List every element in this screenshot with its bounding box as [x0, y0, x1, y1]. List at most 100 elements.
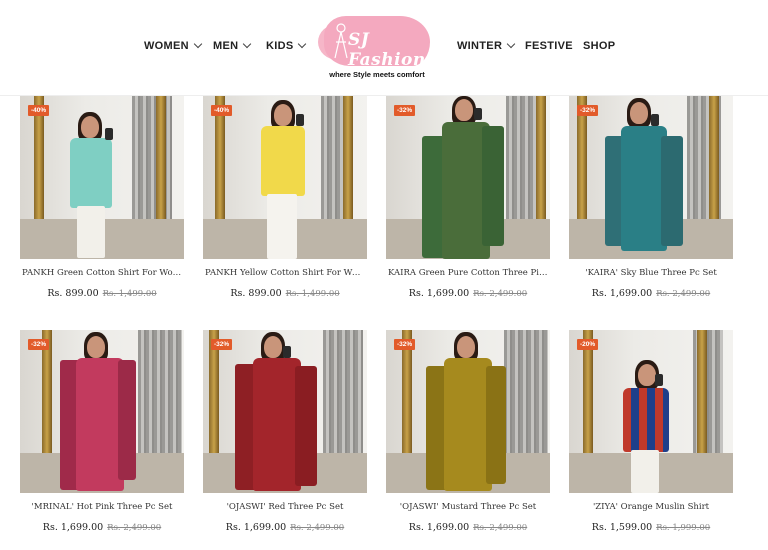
product-price: Rs. 1,699.00: [408, 288, 470, 299]
product-price: Rs. 1,599.00: [591, 522, 653, 533]
product-price: Rs. 1,699.00: [591, 288, 653, 299]
product-price: Rs. 899.00: [230, 288, 282, 299]
logo-text: SJ Fashions: [348, 30, 436, 70]
chevron-down-icon: [193, 39, 203, 49]
product-card[interactable]: -32% 'OJASWI' Red Three Pc Set Rs. 1,699…: [203, 330, 367, 533]
person-pants: [267, 194, 297, 259]
nav-winter[interactable]: WINTER: [457, 39, 516, 52]
person-pants: [631, 450, 659, 493]
person-pants: [77, 206, 105, 258]
phone: [651, 114, 659, 126]
site-logo[interactable]: SJ Fashions where Style meets comfort: [318, 14, 436, 84]
product-price-row: Rs. 1,599.00 Rs. 1,999.00: [569, 522, 733, 533]
product-card[interactable]: -32% 'OJASWI' Mustard Three Pc Set Rs. 1…: [386, 330, 550, 533]
person-head: [455, 99, 473, 121]
product-price-row: Rs. 1,699.00 Rs. 2,499.00: [386, 288, 550, 299]
phone: [474, 108, 482, 120]
person-kurta: [253, 358, 301, 491]
person-head: [457, 336, 475, 358]
product-price-row: Rs. 1,699.00 Rs. 2,499.00: [569, 288, 733, 299]
product-image[interactable]: -32%: [569, 96, 733, 259]
product-old-price: Rs. 2,499.00: [107, 523, 162, 533]
person-head: [81, 116, 99, 138]
chevron-down-icon: [243, 39, 252, 49]
product-card[interactable]: -32% 'KAIRA' Sky Blue Three Pc Set Rs. 1…: [569, 96, 733, 299]
product-old-price: Rs. 2,499.00: [473, 289, 528, 299]
product-old-price: Rs. 1,499.00: [102, 289, 157, 299]
nav-festive-label: FESTIVE: [525, 40, 573, 52]
person-kurta: [76, 358, 124, 491]
discount-badge: -32%: [394, 339, 416, 350]
person-shirt: [70, 138, 112, 208]
product-price: Rs. 1,699.00: [225, 522, 287, 533]
nav-festive[interactable]: FESTIVE: [525, 40, 573, 52]
product-image[interactable]: -40%: [20, 96, 184, 259]
product-card[interactable]: -40% PANKH Yellow Cotton Shirt For Wome.…: [203, 96, 367, 299]
product-old-price: Rs. 2,499.00: [473, 523, 528, 533]
product-old-price: Rs. 2,499.00: [290, 523, 345, 533]
nav-men[interactable]: MEN: [213, 39, 252, 52]
person-dupatta: [482, 126, 504, 246]
person-head: [87, 336, 105, 358]
person-kurta: [444, 358, 492, 491]
product-card[interactable]: -40% PANKH Green Cotton Shirt For Wome..…: [20, 96, 184, 299]
person-dupatta: [486, 366, 506, 484]
phone: [655, 374, 663, 386]
person-dupatta: [661, 136, 683, 246]
person-shirt: [261, 126, 305, 196]
logo-tagline: where Style meets comfort: [329, 70, 425, 79]
chevron-down-icon: [298, 39, 307, 49]
nav-women[interactable]: WOMEN: [144, 39, 203, 52]
product-title[interactable]: 'MRINAL' Hot Pink Three Pc Set: [20, 502, 184, 512]
person-dupatta: [295, 366, 317, 486]
product-card[interactable]: -20% 'ZIYA' Orange Muslin Shirt Rs. 1,59…: [569, 330, 733, 533]
product-title[interactable]: PANKH Yellow Cotton Shirt For Wome...: [203, 268, 367, 278]
product-image[interactable]: -20%: [569, 330, 733, 493]
chevron-down-icon: [506, 39, 516, 49]
product-price-row: Rs. 899.00 Rs. 1,499.00: [203, 288, 367, 299]
phone: [296, 114, 304, 126]
nav-winter-label: WINTER: [457, 40, 503, 52]
discount-badge: -40%: [28, 105, 50, 116]
product-image[interactable]: -32%: [203, 330, 367, 493]
product-card[interactable]: -32% 'MRINAL' Hot Pink Three Pc Set Rs. …: [20, 330, 184, 533]
nav-men-label: MEN: [213, 40, 239, 52]
product-image[interactable]: -32%: [20, 330, 184, 493]
product-price: Rs. 1,699.00: [408, 522, 470, 533]
person-shirt: [623, 388, 669, 452]
product-image[interactable]: -32%: [386, 330, 550, 493]
product-title[interactable]: KAIRA Green Pure Cotton Three Piece...: [386, 268, 550, 278]
phone: [283, 346, 291, 358]
person-dupatta: [118, 360, 136, 480]
product-price-row: Rs. 899.00 Rs. 1,499.00: [20, 288, 184, 299]
product-title[interactable]: 'KAIRA' Sky Blue Three Pc Set: [569, 268, 733, 278]
product-old-price: Rs. 1,999.00: [656, 523, 711, 533]
product-old-price: Rs. 1,499.00: [285, 289, 340, 299]
discount-badge: -32%: [577, 105, 599, 116]
nav-shop-label: SHOP: [583, 40, 616, 52]
product-title[interactable]: 'OJASWI' Red Three Pc Set: [203, 502, 367, 512]
product-price-row: Rs. 1,699.00 Rs. 2,499.00: [386, 522, 550, 533]
discount-badge: -32%: [211, 339, 233, 350]
person-head: [274, 104, 292, 126]
product-price: Rs. 899.00: [47, 288, 99, 299]
product-price-row: Rs. 1,699.00 Rs. 2,499.00: [20, 522, 184, 533]
product-title[interactable]: 'OJASWI' Mustard Three Pc Set: [386, 502, 550, 512]
nav-women-label: WOMEN: [144, 40, 189, 52]
discount-badge: -32%: [28, 339, 50, 350]
nav-shop[interactable]: SHOP: [583, 40, 615, 52]
person-head: [264, 336, 282, 358]
product-price: Rs. 1,699.00: [42, 522, 104, 533]
discount-badge: -40%: [211, 105, 233, 116]
product-price-row: Rs. 1,699.00 Rs. 2,499.00: [203, 522, 367, 533]
product-title[interactable]: 'ZIYA' Orange Muslin Shirt: [569, 502, 733, 512]
product-image[interactable]: -32%: [386, 96, 550, 259]
site-header: WOMEN MEN KIDS SJ Fashions where Style m…: [0, 0, 768, 96]
discount-badge: -20%: [577, 339, 599, 350]
product-title[interactable]: PANKH Green Cotton Shirt For Wome...: [20, 268, 184, 278]
product-image[interactable]: -40%: [203, 96, 367, 259]
nav-kids[interactable]: KIDS: [266, 39, 307, 52]
product-card[interactable]: -32% KAIRA Green Pure Cotton Three Piece…: [386, 96, 550, 299]
product-old-price: Rs. 2,499.00: [656, 289, 711, 299]
person-head: [638, 364, 656, 386]
